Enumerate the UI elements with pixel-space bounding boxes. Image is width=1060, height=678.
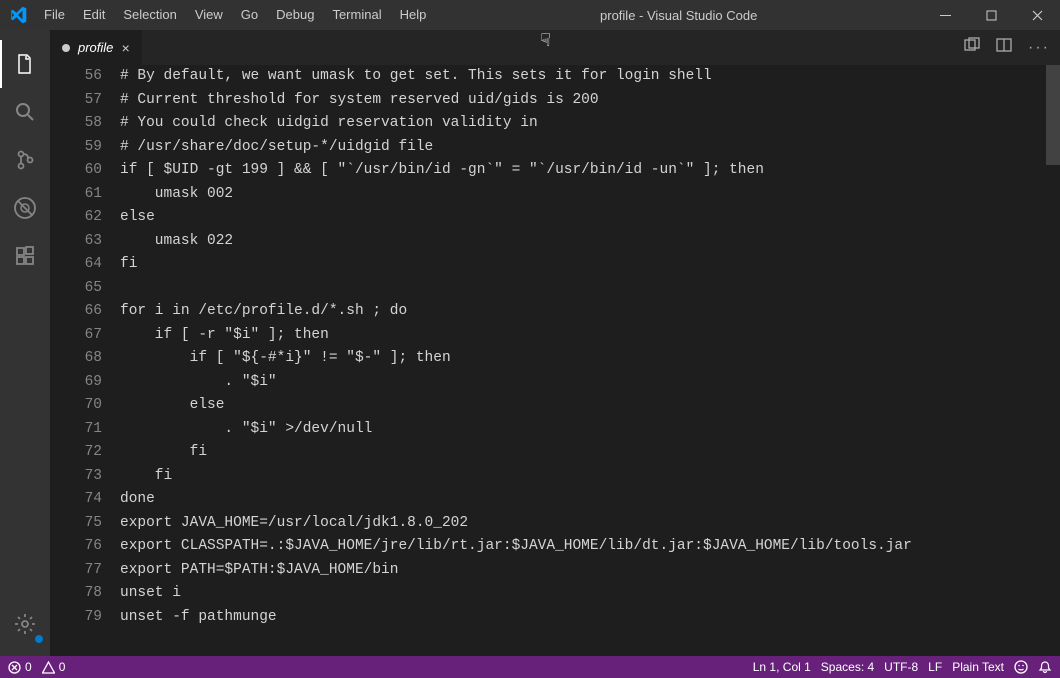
- menu-file[interactable]: File: [35, 0, 74, 30]
- menubar: FileEditSelectionViewGoDebugTerminalHelp: [35, 0, 435, 30]
- code-editor[interactable]: 5657585960616263646566676869707172737475…: [50, 65, 1060, 656]
- line-numbers: 5657585960616263646566676869707172737475…: [50, 65, 120, 656]
- eol[interactable]: LF: [928, 660, 942, 674]
- code-content[interactable]: # By default, we want umask to get set. …: [120, 65, 1060, 656]
- close-icon[interactable]: ×: [121, 40, 129, 56]
- menu-go[interactable]: Go: [232, 0, 267, 30]
- vscode-logo-icon: [0, 6, 35, 24]
- search-icon[interactable]: [0, 88, 50, 136]
- warnings-count: 0: [59, 660, 66, 674]
- activity-bar: [0, 30, 50, 656]
- menu-edit[interactable]: Edit: [74, 0, 114, 30]
- split-editor-icon[interactable]: [996, 37, 1012, 58]
- source-control-icon[interactable]: [0, 136, 50, 184]
- errors-indicator[interactable]: 0: [8, 660, 32, 674]
- menu-help[interactable]: Help: [391, 0, 436, 30]
- window-title: profile - Visual Studio Code: [435, 8, 922, 23]
- editor-actions: ···: [964, 30, 1060, 65]
- cursor-position[interactable]: Ln 1, Col 1: [753, 660, 811, 674]
- debug-icon[interactable]: [0, 184, 50, 232]
- menu-selection[interactable]: Selection: [114, 0, 185, 30]
- notifications-bell-icon[interactable]: [1038, 660, 1052, 674]
- dirty-indicator-icon: [62, 44, 70, 52]
- explorer-icon[interactable]: [0, 40, 50, 88]
- title-bar: FileEditSelectionViewGoDebugTerminalHelp…: [0, 0, 1060, 30]
- status-bar: 0 0 Ln 1, Col 1 Spaces: 4 UTF-8 LF Plain…: [0, 656, 1060, 678]
- tab-label: profile: [78, 40, 113, 55]
- compare-changes-icon[interactable]: [964, 37, 980, 58]
- language-mode[interactable]: Plain Text: [952, 660, 1004, 674]
- feedback-smiley-icon[interactable]: [1014, 660, 1028, 674]
- maximize-button[interactable]: [968, 0, 1014, 30]
- sync-badge-icon: [34, 634, 44, 644]
- close-button[interactable]: [1014, 0, 1060, 30]
- scrollbar-thumb[interactable]: [1046, 65, 1060, 165]
- menu-terminal[interactable]: Terminal: [323, 0, 390, 30]
- extensions-icon[interactable]: [0, 232, 50, 280]
- menu-debug[interactable]: Debug: [267, 0, 323, 30]
- more-actions-icon[interactable]: ···: [1028, 39, 1050, 57]
- editor-tabs: profile × ···: [50, 30, 1060, 65]
- main-area: profile × ··· 56575859606162636465666768…: [0, 30, 1060, 656]
- settings-gear-icon[interactable]: [0, 600, 50, 648]
- warnings-indicator[interactable]: 0: [42, 660, 66, 674]
- errors-count: 0: [25, 660, 32, 674]
- indentation[interactable]: Spaces: 4: [821, 660, 874, 674]
- window-controls: [922, 0, 1060, 30]
- menu-view[interactable]: View: [186, 0, 232, 30]
- minimize-button[interactable]: [922, 0, 968, 30]
- encoding[interactable]: UTF-8: [884, 660, 918, 674]
- tab-profile[interactable]: profile ×: [50, 30, 143, 65]
- editor-group: profile × ··· 56575859606162636465666768…: [50, 30, 1060, 656]
